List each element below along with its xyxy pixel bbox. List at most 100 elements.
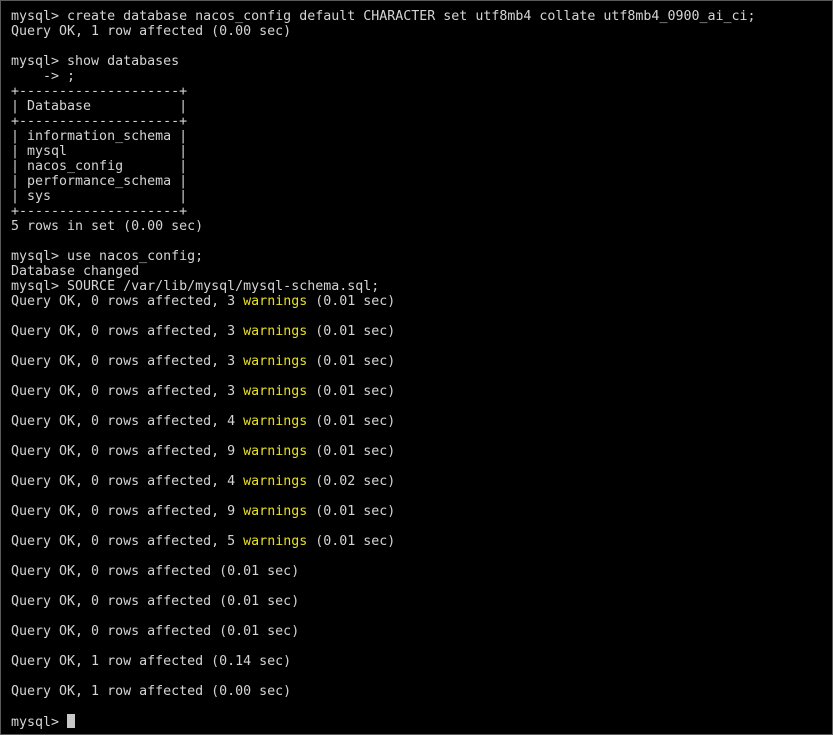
line-text: (0.02 sec)	[307, 474, 396, 489]
terminal-line: Query OK, 1 row affected (0.00 sec)	[11, 24, 826, 39]
line-text: (0.01 sec)	[307, 384, 396, 399]
warnings-text: warnings	[243, 474, 308, 489]
terminal-line: | performance_schema |	[11, 174, 826, 189]
terminal-line: +--------------------+	[11, 84, 826, 99]
line-text: Query OK, 1 row affected (0.14 sec)	[11, 654, 292, 669]
line-text: +--------------------+	[11, 84, 188, 99]
terminal-line: mysql> show databases	[11, 54, 826, 69]
terminal-line: Query OK, 1 row affected (0.00 sec)	[11, 684, 826, 699]
warnings-text: warnings	[243, 294, 308, 309]
line-text: (0.01 sec)	[307, 504, 396, 519]
line-text: | sys |	[11, 189, 188, 204]
line-text: mysql> create database nacos_config defa…	[11, 9, 756, 24]
line-text: (0.01 sec)	[307, 324, 396, 339]
terminal-line: +--------------------+	[11, 114, 826, 129]
line-text: Query OK, 0 rows affected, 3	[11, 324, 244, 339]
line-text: mysql> SOURCE /var/lib/mysql/mysql-schem…	[11, 279, 380, 294]
line-text: Query OK, 0 rows affected, 4	[11, 474, 244, 489]
terminal-line: 5 rows in set (0.00 sec)	[11, 219, 826, 234]
terminal-line: Query OK, 0 rows affected, 4 warnings (0…	[11, 414, 826, 429]
terminal-line: Query OK, 0 rows affected, 3 warnings (0…	[11, 294, 826, 309]
terminal-line: Query OK, 0 rows affected, 3 warnings (0…	[11, 354, 826, 369]
line-text: Query OK, 0 rows affected (0.01 sec)	[11, 624, 300, 639]
terminal-line: Query OK, 0 rows affected (0.01 sec)	[11, 624, 826, 639]
terminal-line: | Database |	[11, 99, 826, 114]
line-text: Query OK, 0 rows affected, 4	[11, 414, 244, 429]
warnings-text: warnings	[243, 504, 308, 519]
line-text: +--------------------+	[11, 204, 188, 219]
line-text: Query OK, 0 rows affected, 9	[11, 504, 244, 519]
terminal-line: +--------------------+	[11, 204, 826, 219]
line-text: Query OK, 0 rows affected, 3	[11, 294, 244, 309]
line-text: Query OK, 0 rows affected, 9	[11, 444, 244, 459]
line-text: Query OK, 0 rows affected (0.01 sec)	[11, 564, 300, 579]
terminal-line: mysql> create database nacos_config defa…	[11, 9, 826, 24]
line-text: | nacos_config |	[11, 159, 188, 174]
line-text: Database changed	[11, 264, 140, 279]
line-text: | mysql |	[11, 144, 188, 159]
warnings-text: warnings	[243, 414, 308, 429]
terminal-line: mysql> use nacos_config;	[11, 249, 826, 264]
terminal-line: | information_schema |	[11, 129, 826, 144]
terminal-line: Query OK, 0 rows affected, 3 warnings (0…	[11, 384, 826, 399]
terminal-window[interactable]: mysql> create database nacos_config defa…	[0, 0, 833, 735]
line-text: | information_schema |	[11, 129, 188, 144]
warnings-text: warnings	[243, 534, 308, 549]
line-text: -> ;	[11, 69, 76, 84]
line-text: +--------------------+	[11, 114, 188, 129]
line-text: Query OK, 1 row affected (0.00 sec)	[11, 24, 292, 39]
prompt-line[interactable]: mysql>	[11, 714, 826, 730]
terminal-line: mysql> SOURCE /var/lib/mysql/mysql-schem…	[11, 279, 826, 294]
terminal-line: Query OK, 0 rows affected, 5 warnings (0…	[11, 534, 826, 549]
terminal-line: | mysql |	[11, 144, 826, 159]
terminal-line: Query OK, 0 rows affected, 4 warnings (0…	[11, 474, 826, 489]
terminal-line: | nacos_config |	[11, 159, 826, 174]
warnings-text: warnings	[243, 324, 308, 339]
terminal-output: mysql> create database nacos_config defa…	[11, 9, 826, 730]
line-text: 5 rows in set (0.00 sec)	[11, 219, 204, 234]
terminal-line: Query OK, 1 row affected (0.14 sec)	[11, 654, 826, 669]
line-text: (0.01 sec)	[307, 414, 396, 429]
line-text: | Database |	[11, 99, 188, 114]
line-text: (0.01 sec)	[307, 354, 396, 369]
line-text: | performance_schema |	[11, 174, 188, 189]
line-text: Query OK, 0 rows affected, 5	[11, 534, 244, 549]
line-text: Query OK, 0 rows affected, 3	[11, 384, 244, 399]
line-text: Query OK, 0 rows affected (0.01 sec)	[11, 594, 300, 609]
line-text: (0.01 sec)	[307, 534, 396, 549]
terminal-line: Query OK, 0 rows affected, 9 warnings (0…	[11, 504, 826, 519]
text-cursor	[67, 714, 76, 728]
mysql-prompt: mysql>	[11, 715, 68, 730]
warnings-text: warnings	[243, 444, 308, 459]
terminal-line: Query OK, 0 rows affected (0.01 sec)	[11, 564, 826, 579]
terminal-line: Query OK, 0 rows affected, 3 warnings (0…	[11, 324, 826, 339]
line-text: (0.01 sec)	[307, 294, 396, 309]
line-text: mysql> use nacos_config;	[11, 249, 204, 264]
line-text: Query OK, 0 rows affected, 3	[11, 354, 244, 369]
terminal-line: Query OK, 0 rows affected (0.01 sec)	[11, 594, 826, 609]
warnings-text: warnings	[243, 384, 308, 399]
warnings-text: warnings	[243, 354, 308, 369]
line-text: (0.01 sec)	[307, 444, 396, 459]
terminal-line: Database changed	[11, 264, 826, 279]
line-text: Query OK, 1 row affected (0.00 sec)	[11, 684, 292, 699]
line-text: mysql> show databases	[11, 54, 180, 69]
terminal-line: Query OK, 0 rows affected, 9 warnings (0…	[11, 444, 826, 459]
terminal-line: | sys |	[11, 189, 826, 204]
